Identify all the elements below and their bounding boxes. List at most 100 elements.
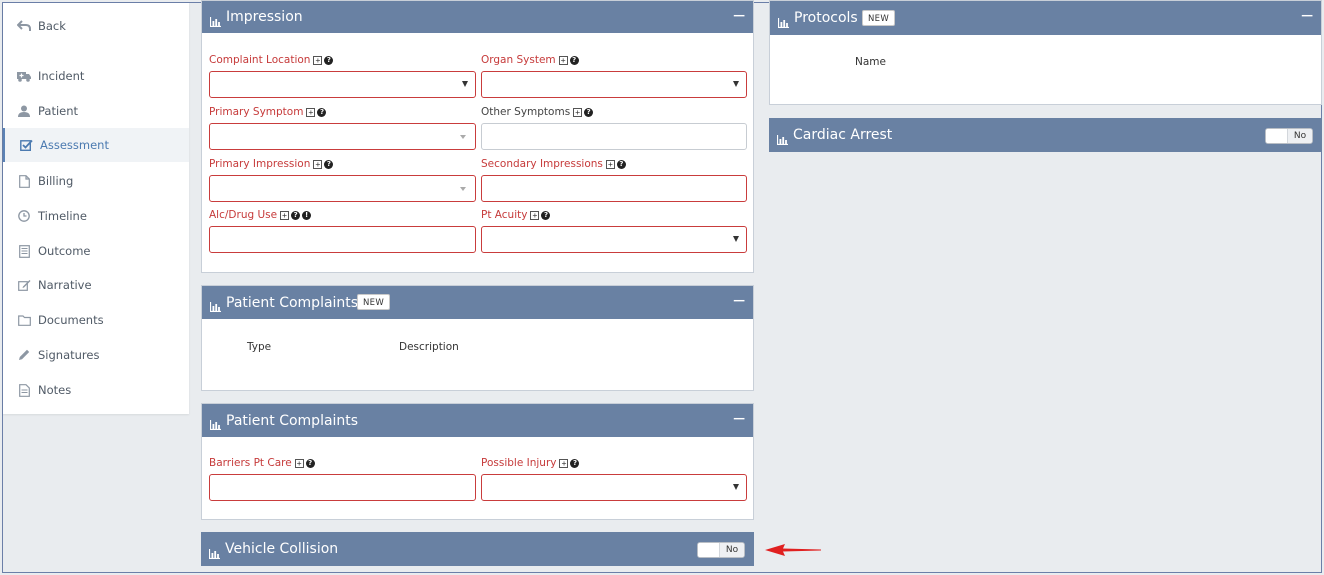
sidebar-item-documents[interactable]: Documents — [3, 303, 189, 337]
collapse-button[interactable]: − — [1300, 7, 1314, 25]
help-icon[interactable]: ? — [584, 107, 594, 117]
expand-icon[interactable]: + — [306, 107, 316, 117]
help-icon[interactable]: ? — [570, 458, 580, 468]
user-icon — [17, 104, 31, 118]
complaint-location-select[interactable] — [209, 71, 476, 98]
sidebar: Back Incident Patient Assessment Billing… — [3, 3, 189, 414]
notes-icon — [17, 383, 31, 397]
vehicle-collision-toggle[interactable]: No — [697, 542, 745, 558]
new-badge[interactable]: NEW — [357, 294, 391, 310]
other-symptoms-input[interactable] — [481, 123, 747, 150]
label-text: Barriers Pt Care — [209, 457, 292, 469]
primary-symptom-label: Primary Symptom +? — [209, 106, 327, 118]
column-header-description[interactable]: Description — [399, 341, 459, 353]
nav-label: Billing — [38, 174, 74, 188]
back-button[interactable]: Back — [3, 9, 189, 43]
alc-drug-use-input[interactable] — [209, 226, 476, 253]
secondary-impressions-input[interactable] — [481, 175, 747, 202]
help-icon[interactable]: ? — [324, 159, 334, 169]
complaint-location-label: Complaint Location +? — [209, 54, 334, 66]
patient-complaints-form-header[interactable]: Patient Complaints − — [202, 404, 753, 437]
label-text: Other Symptoms — [481, 106, 571, 118]
column-header-name[interactable]: Name — [855, 56, 886, 68]
barriers-pt-care-input[interactable] — [209, 474, 476, 501]
nav-label: Narrative — [38, 278, 92, 292]
help-icon[interactable]: ? — [305, 458, 315, 468]
expand-icon[interactable]: + — [573, 107, 583, 117]
dropdown-caret-icon — [733, 81, 739, 87]
toggle-knob — [1266, 129, 1288, 143]
expand-icon[interactable]: + — [559, 458, 569, 468]
folder-icon — [17, 313, 31, 327]
patient-complaints-form-panel: Patient Complaints − Barriers Pt Care +?… — [201, 403, 754, 520]
collapse-button[interactable]: − — [732, 292, 746, 310]
expand-icon[interactable]: + — [313, 55, 323, 65]
organ-system-select[interactable] — [481, 71, 747, 98]
possible-injury-select[interactable] — [481, 474, 747, 501]
nav-label: Notes — [38, 383, 72, 397]
secondary-impressions-label: Secondary Impressions +? — [481, 158, 626, 170]
expand-icon[interactable]: + — [558, 55, 568, 65]
bar-chart-icon — [209, 415, 221, 431]
nav-label: Outcome — [38, 244, 91, 258]
cardiac-arrest-panel: Cardiac Arrest No — [769, 118, 1322, 152]
collapse-button[interactable]: − — [732, 7, 746, 25]
label-text: Organ System — [481, 54, 556, 66]
collapse-button[interactable]: − — [732, 410, 746, 428]
sidebar-item-narrative[interactable]: Narrative — [3, 268, 189, 302]
sidebar-item-timeline[interactable]: Timeline — [3, 199, 189, 233]
patient-complaints-list-header[interactable]: Patient Complaints NEW − — [202, 286, 753, 319]
toggle-value: No — [720, 543, 744, 557]
checkbox-icon — [19, 138, 33, 152]
help-icon[interactable]: ? — [616, 159, 626, 169]
expand-icon[interactable]: + — [280, 210, 290, 220]
help-icon[interactable]: ? — [569, 55, 579, 65]
help-icon[interactable]: ? — [541, 210, 551, 220]
nav-label: Back — [38, 19, 66, 33]
help-icon[interactable]: ? — [317, 107, 327, 117]
dropdown-caret-icon — [733, 484, 739, 490]
sidebar-item-incident[interactable]: Incident — [3, 59, 189, 93]
organ-system-label: Organ System +? — [481, 54, 579, 66]
sidebar-item-outcome[interactable]: Outcome — [3, 234, 189, 268]
cardiac-arrest-toggle[interactable]: No — [1265, 128, 1313, 144]
primary-impression-select[interactable] — [209, 175, 476, 202]
vehicle-collision-header: Vehicle Collision No — [201, 532, 754, 566]
column-header-type[interactable]: Type — [247, 341, 271, 353]
cardiac-arrest-header: Cardiac Arrest No — [769, 118, 1322, 152]
help-icon[interactable]: ? — [291, 210, 301, 220]
sidebar-item-notes[interactable]: Notes — [3, 373, 189, 407]
bar-chart-icon — [208, 544, 220, 560]
nav-label: Signatures — [38, 348, 100, 362]
primary-impression-label: Primary Impression +? — [209, 158, 334, 170]
new-badge[interactable]: NEW — [862, 10, 896, 26]
edit-icon — [17, 278, 31, 292]
panel-title: Impression — [226, 9, 303, 25]
expand-icon[interactable]: + — [605, 159, 615, 169]
label-text: Primary Impression — [209, 158, 311, 170]
expand-icon[interactable]: + — [530, 210, 540, 220]
document-icon — [17, 244, 31, 258]
label-text: Pt Acuity — [481, 209, 528, 221]
sidebar-item-assessment[interactable]: Assessment — [3, 128, 189, 162]
dropdown-caret-icon — [460, 187, 466, 191]
pt-acuity-label: Pt Acuity +? — [481, 209, 551, 221]
pt-acuity-select[interactable] — [481, 226, 747, 253]
alc-drug-use-label: Alc/Drug Use +?! — [209, 209, 312, 221]
panel-title: Patient Complaints — [226, 294, 359, 311]
sidebar-item-signatures[interactable]: Signatures — [3, 338, 189, 372]
info-icon[interactable]: ! — [302, 210, 312, 220]
protocols-header[interactable]: Protocols NEW − — [770, 1, 1321, 35]
sidebar-item-billing[interactable]: Billing — [3, 164, 189, 198]
bar-chart-icon — [209, 297, 221, 313]
expand-icon[interactable]: + — [294, 458, 304, 468]
panel-title: Patient Complaints — [226, 412, 359, 429]
help-icon[interactable]: ? — [324, 55, 334, 65]
impression-header[interactable]: Impression − — [202, 1, 753, 33]
expand-icon[interactable]: + — [313, 159, 323, 169]
panel-title: Protocols — [794, 10, 858, 26]
primary-symptom-select[interactable] — [209, 123, 476, 150]
possible-injury-label: Possible Injury +? — [481, 457, 580, 469]
sidebar-item-patient[interactable]: Patient — [3, 94, 189, 128]
panel-title: Cardiac Arrest — [793, 127, 893, 143]
